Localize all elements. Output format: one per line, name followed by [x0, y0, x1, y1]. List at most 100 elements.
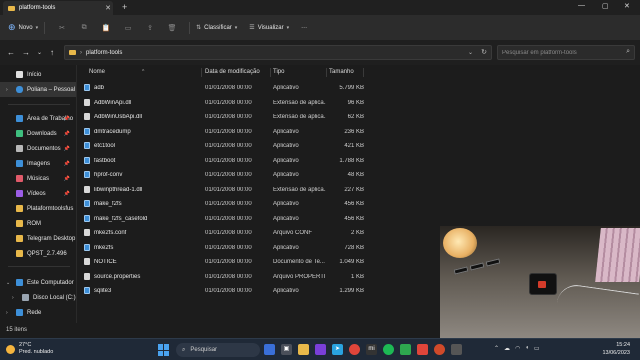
file-row[interactable]: AdbWinApi.dll 01/01/2008 00:00 Extensão de…: [82, 96, 438, 111]
search-box[interactable]: ⌕: [497, 45, 635, 60]
file-row[interactable]: fastboot 01/01/2008 00:00 Aplicativo 1.788 …: [82, 154, 438, 169]
column-header-name[interactable]: Nome: [89, 69, 105, 75]
sidebar-item-this-pc[interactable]: ⌄ Este Computador: [0, 275, 76, 290]
new-tab-button[interactable]: +: [122, 2, 127, 12]
delete-icon[interactable]: 🗑: [161, 24, 183, 32]
app-icon[interactable]: [434, 344, 445, 355]
whatsapp-icon[interactable]: [400, 344, 411, 355]
app-icon[interactable]: [417, 344, 428, 355]
file-row[interactable]: etc1tool 01/01/2008 00:00 Aplicativo 421 KB: [82, 139, 438, 154]
column-divider[interactable]: [270, 68, 271, 77]
recent-locations-chevron-icon[interactable]: ⌄: [37, 49, 42, 56]
file-row[interactable]: libwinpthread-1.dll 01/01/2008 00:00 Exten…: [82, 183, 438, 198]
new-button[interactable]: ⊕ Novo ▾: [8, 22, 38, 33]
file-date: 01/01/2008 00:00: [205, 143, 252, 149]
forward-arrow-icon[interactable]: →: [22, 48, 30, 57]
battery-icon[interactable]: ▭: [534, 345, 540, 352]
sort-button-label: Classificar: [204, 24, 232, 31]
pin-icon: 📌: [63, 160, 70, 167]
sidebar-item-music[interactable]: Músicas 📌: [0, 171, 76, 186]
mi-icon[interactable]: mi: [366, 344, 377, 355]
address-dropdown-icon[interactable]: ⌄: [468, 49, 473, 56]
spotify-icon[interactable]: [383, 344, 394, 355]
sidebar-item-videos[interactable]: Vídeos 📌: [0, 186, 76, 201]
file-explorer-icon[interactable]: [298, 344, 309, 355]
share-icon[interactable]: ⇪: [139, 24, 161, 32]
sidebar-item-rom[interactable]: ROM: [0, 216, 76, 231]
tab-platform-tools[interactable]: platform-tools ✕: [3, 1, 113, 15]
file-type: Arquivo PROPERTI...: [273, 273, 326, 280]
app-icon[interactable]: [315, 344, 326, 355]
file-row[interactable]: hprof-conv 01/01/2008 00:00 Aplicativo 48 K…: [82, 168, 438, 183]
start-button[interactable]: [158, 344, 170, 356]
up-arrow-icon[interactable]: ↑: [50, 48, 54, 57]
paste-icon[interactable]: 📋: [95, 24, 117, 32]
domino: [485, 258, 501, 267]
sidebar-item-pictures[interactable]: Imagens 📌: [0, 156, 76, 171]
sidebar-item-home[interactable]: Início: [0, 67, 76, 82]
telegram-icon[interactable]: ➤: [332, 344, 343, 355]
taskbar-search[interactable]: ⌕ Pesquisar: [176, 343, 260, 357]
column-divider[interactable]: [326, 68, 327, 77]
column-divider[interactable]: [363, 68, 364, 77]
cloud-icon[interactable]: ☁: [504, 345, 510, 352]
file-row[interactable]: make_f2fs_casefold 01/01/2008 00:00 Aplica…: [82, 212, 438, 227]
minimize-button[interactable]: —: [578, 2, 585, 9]
more-options-button[interactable]: ···: [301, 25, 307, 31]
weather-widget[interactable]: 27°C Pred. nublado: [6, 342, 53, 356]
sidebar-item-local-disk[interactable]: › Disco Local (C:): [0, 290, 76, 305]
chevron-right-icon[interactable]: ›: [12, 295, 14, 301]
rename-icon[interactable]: ▭: [117, 24, 139, 32]
address-bar[interactable]: › platform-tools ⌄ ↻: [64, 45, 492, 60]
wifi-icon[interactable]: ◠: [515, 345, 520, 352]
clock[interactable]: 15:24 13/06/2023: [590, 341, 630, 357]
file-row[interactable]: mke2fs.conf 01/01/2008 00:00 Arquivo CONF 2…: [82, 226, 438, 241]
file-row[interactable]: make_f2fs 01/01/2008 00:00 Aplicativo 456 K…: [82, 197, 438, 212]
chrome-icon[interactable]: [349, 344, 360, 355]
copy-icon[interactable]: ⧉: [73, 24, 95, 32]
sidebar-item-documents[interactable]: Documentos 📌: [0, 141, 76, 156]
column-header-size[interactable]: Tamanho: [329, 69, 354, 75]
search-input[interactable]: [502, 49, 622, 56]
close-tab-icon[interactable]: ✕: [103, 4, 113, 12]
file-size: 96 KB: [347, 99, 364, 106]
file-row[interactable]: source.properties 01/01/2008 00:00 Arquivo…: [82, 270, 438, 285]
file-row[interactable]: adb 01/01/2008 00:00 Aplicativo 5.799 KB: [82, 81, 438, 96]
chevron-down-icon[interactable]: ⌄: [6, 280, 10, 286]
chevron-up-icon[interactable]: ⌃: [494, 345, 499, 352]
column-divider[interactable]: [201, 68, 202, 77]
app-icon[interactable]: [451, 344, 462, 355]
folder-icon: [16, 250, 23, 257]
sidebar-item-plataformtools[interactable]: Plataformtoolsfus: [0, 201, 76, 216]
breadcrumb-current[interactable]: platform-tools: [86, 50, 122, 56]
cut-icon[interactable]: ✂: [51, 24, 73, 32]
sidebar-item-downloads[interactable]: Downloads 📌: [0, 126, 76, 141]
task-view-icon[interactable]: ▣: [281, 344, 292, 355]
sidebar-item-qpst[interactable]: QPST_2.7.496: [0, 246, 76, 261]
refresh-icon[interactable]: ↻: [481, 48, 487, 56]
sort-button[interactable]: ⇅ Classificar ▾: [196, 24, 237, 32]
file-row[interactable]: NOTICE 01/01/2008 00:00 Documento de Te...…: [82, 255, 438, 270]
chevron-down-icon: ▾: [286, 24, 290, 31]
file-row[interactable]: mke2fs 01/01/2008 00:00 Aplicativo 728 KB: [82, 241, 438, 256]
search-icon: ⌕: [626, 48, 630, 55]
chevron-right-icon[interactable]: ›: [6, 310, 8, 316]
file-row[interactable]: sqlite3 01/01/2008 00:00 Aplicativo 1.299 K…: [82, 284, 438, 299]
sidebar-item-network[interactable]: › Rede: [0, 305, 76, 320]
domino: [453, 266, 469, 275]
sidebar-item-telegram-desktop[interactable]: Telegram Desktop: [0, 231, 76, 246]
column-header-type[interactable]: Tipo: [273, 69, 284, 75]
maximize-button[interactable]: ▢: [602, 2, 609, 10]
column-header-date[interactable]: Data de modificação: [205, 69, 260, 75]
brave-icon[interactable]: [264, 344, 275, 355]
sidebar-item-desktop[interactable]: Área de Trabalho 📌: [0, 111, 76, 126]
back-arrow-icon[interactable]: ←: [7, 48, 15, 57]
file-row[interactable]: dmtracedump 01/01/2008 00:00 Aplicativo 236…: [82, 125, 438, 140]
view-button[interactable]: ☰ Visualizar ▾: [249, 24, 290, 32]
close-window-button[interactable]: ✕: [624, 2, 630, 10]
volume-icon[interactable]: ◖: [525, 345, 529, 352]
sidebar-item-onedrive[interactable]: › Poliana – Pessoal: [0, 82, 76, 97]
picture-in-picture-video[interactable]: [440, 226, 640, 338]
chevron-right-icon[interactable]: ›: [6, 87, 8, 93]
file-row[interactable]: AdbWinUsbApi.dll 01/01/2008 00:00 Extensão…: [82, 110, 438, 125]
